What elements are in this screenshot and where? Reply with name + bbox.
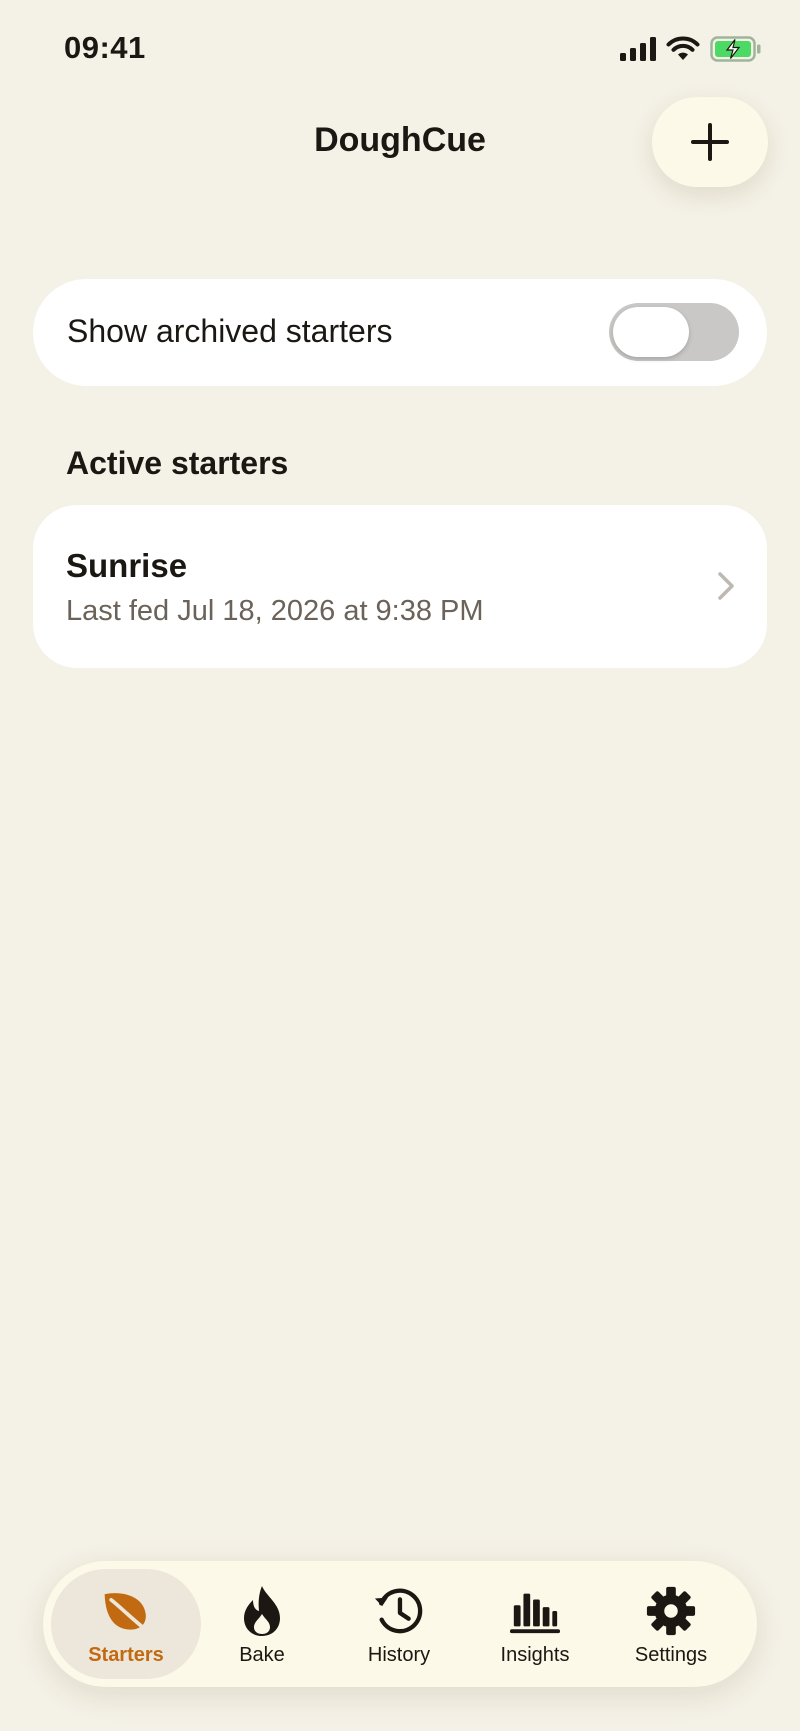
archived-toggle-label: Show archived starters — [67, 313, 393, 349]
tab-bake[interactable]: Bake — [187, 1569, 337, 1679]
tab-bar: Starters Bake History Insights Settings — [43, 1561, 757, 1687]
tab-settings[interactable]: Settings — [596, 1569, 746, 1679]
tab-label: Insights — [500, 1644, 570, 1666]
cellular-signal-icon — [620, 37, 656, 61]
section-title-active-starters: Active starters — [66, 445, 289, 481]
add-starter-button[interactable] — [652, 97, 768, 187]
plus-icon — [691, 123, 729, 161]
status-bar: 09:41 — [0, 0, 800, 100]
starter-list-item[interactable]: Sunrise Last fed Jul 18, 2026 at 9:38 PM — [33, 505, 767, 668]
tab-label: Settings — [634, 1644, 708, 1666]
tab-history[interactable]: History — [324, 1569, 474, 1679]
leaf-icon — [100, 1585, 152, 1637]
archived-toggle-row: Show archived starters — [33, 279, 767, 386]
bar-chart-icon — [509, 1585, 561, 1637]
starter-name: Sunrise — [66, 547, 188, 584]
chevron-right-icon — [718, 572, 734, 600]
archived-toggle-switch[interactable] — [609, 303, 739, 361]
wifi-icon — [666, 36, 700, 60]
toggle-knob — [613, 307, 689, 357]
tab-label: Starters — [88, 1644, 164, 1666]
gear-icon — [645, 1585, 697, 1637]
starter-last-fed: Last fed Jul 18, 2026 at 9:38 PM — [66, 595, 484, 627]
tab-label: Bake — [239, 1644, 285, 1666]
history-clock-icon — [373, 1585, 425, 1637]
flame-icon — [236, 1585, 288, 1637]
status-time: 09:41 — [64, 30, 146, 65]
tab-insights[interactable]: Insights — [460, 1569, 610, 1679]
tab-label: History — [367, 1644, 431, 1666]
tab-starters[interactable]: Starters — [51, 1569, 201, 1679]
status-icons — [620, 36, 762, 62]
battery-charging-icon — [710, 36, 761, 62]
